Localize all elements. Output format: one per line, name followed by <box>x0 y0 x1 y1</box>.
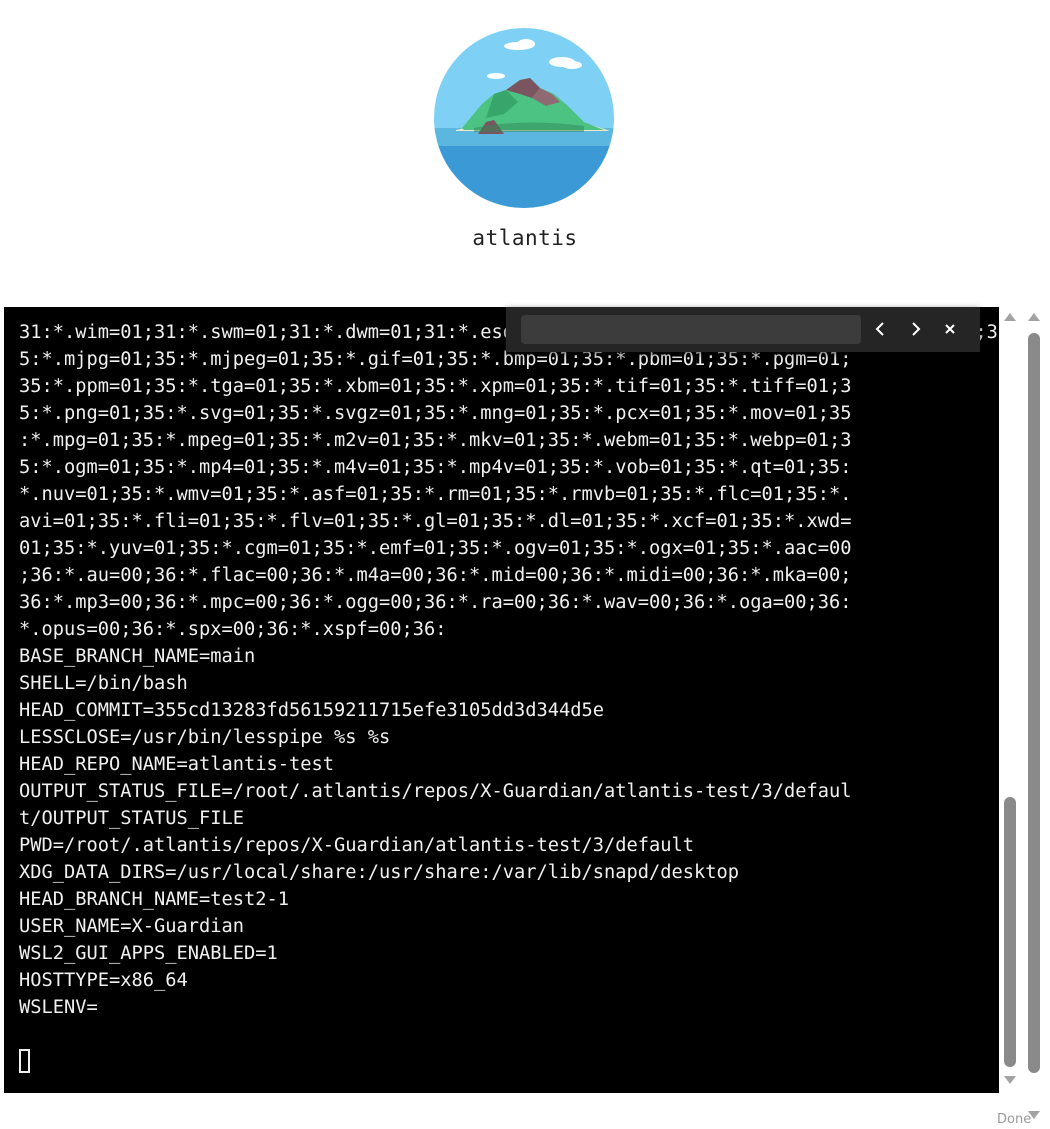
terminal-viewport[interactable]: 31:*.wim=01;31:*.swm=01;31:*.dwm=01;31:*… <box>4 307 999 1093</box>
terminal-line: ;36:*.au=00;36:*.flac=00;36:*.m4a=00;36:… <box>19 565 852 586</box>
chevron-left-icon <box>875 322 884 336</box>
app-name: atlantis <box>472 226 578 250</box>
arrow-up-icon[interactable] <box>1028 313 1040 321</box>
page-scrollbar[interactable] <box>1027 311 1041 1123</box>
terminal-line: 5:*.mjpg=01;35:*.mjpeg=01;35:*.gif=01;35… <box>19 349 852 370</box>
terminal-line: SHELL=/bin/bash <box>19 673 188 694</box>
island-icon <box>434 28 614 208</box>
arrow-down-icon[interactable] <box>1004 1076 1016 1084</box>
terminal-line: *.nuv=01;35:*.wmv=01;35:*.asf=01;35:*.rm… <box>19 484 852 505</box>
terminal-line: t/OUTPUT_STATUS_FILE <box>19 808 245 829</box>
terminal-line: 5:*.ogm=01;35:*.mp4=01;35:*.m4v=01;35:*.… <box>19 457 852 478</box>
terminal-line: BASE_BRANCH_NAME=main <box>19 646 256 667</box>
terminal-line: LESSCLOSE=/usr/bin/lesspipe %s %s <box>19 727 391 748</box>
find-next-button[interactable] <box>904 318 926 340</box>
terminal-line: WSLENV= <box>19 997 98 1018</box>
find-close-button[interactable] <box>939 318 961 340</box>
terminal-cursor <box>19 1049 30 1073</box>
terminal-line: HEAD_COMMIT=355cd13283fd56159211715efe31… <box>19 700 605 721</box>
terminal-line: WSL2_GUI_APPS_ENABLED=1 <box>19 943 278 964</box>
find-input[interactable] <box>521 315 861 344</box>
terminal-line: OUTPUT_STATUS_FILE=/root/.atlantis/repos… <box>19 781 852 802</box>
terminal-line: HOSTTYPE=x86_64 <box>19 970 188 991</box>
chevron-right-icon <box>912 322 921 336</box>
terminal-output: 31:*.wim=01;31:*.swm=01;31:*.dwm=01;31:*… <box>19 319 998 1021</box>
terminal-line: XDG_DATA_DIRS=/usr/local/share:/usr/shar… <box>19 862 740 883</box>
terminal-line: :*.mpg=01;35:*.mpeg=01;35:*.m2v=01;35:*.… <box>19 430 852 451</box>
terminal-scroll-thumb[interactable] <box>1004 797 1016 1067</box>
arrow-up-icon[interactable] <box>1004 313 1016 321</box>
terminal-line: 35:*.ppm=01;35:*.tga=01;35:*.xbm=01;35:*… <box>19 376 852 397</box>
terminal-line: 36:*.mp3=00;36:*.mpc=00;36:*.ogg=00;36:*… <box>19 592 852 613</box>
terminal-scrollbar[interactable] <box>1003 311 1017 1091</box>
terminal-line: *.opus=00;36:*.spx=00;36:*.xspf=00;36: <box>19 619 447 640</box>
page-scroll-thumb[interactable] <box>1028 333 1040 1073</box>
terminal-line: 5:*.png=01;35:*.svg=01;35:*.svgz=01;35:*… <box>19 403 852 424</box>
atlantis-logo <box>434 28 614 208</box>
terminal-line: 01;35:*.yuv=01;35:*.cgm=01;35:*.emf=01;3… <box>19 538 852 559</box>
status-text: Done <box>997 1112 1032 1127</box>
find-bar <box>506 307 980 352</box>
terminal-line: HEAD_REPO_NAME=atlantis-test <box>19 754 335 775</box>
terminal-line: PWD=/root/.atlantis/repos/X-Guardian/atl… <box>19 835 695 856</box>
terminal-line: USER_NAME=X-Guardian <box>19 916 245 937</box>
find-previous-button[interactable] <box>870 318 892 340</box>
close-icon <box>945 324 955 334</box>
terminal-line: HEAD_BRANCH_NAME=test2-1 <box>19 889 290 910</box>
terminal-line: avi=01;35:*.fli=01;35:*.flv=01;35:*.gl=0… <box>19 511 852 532</box>
